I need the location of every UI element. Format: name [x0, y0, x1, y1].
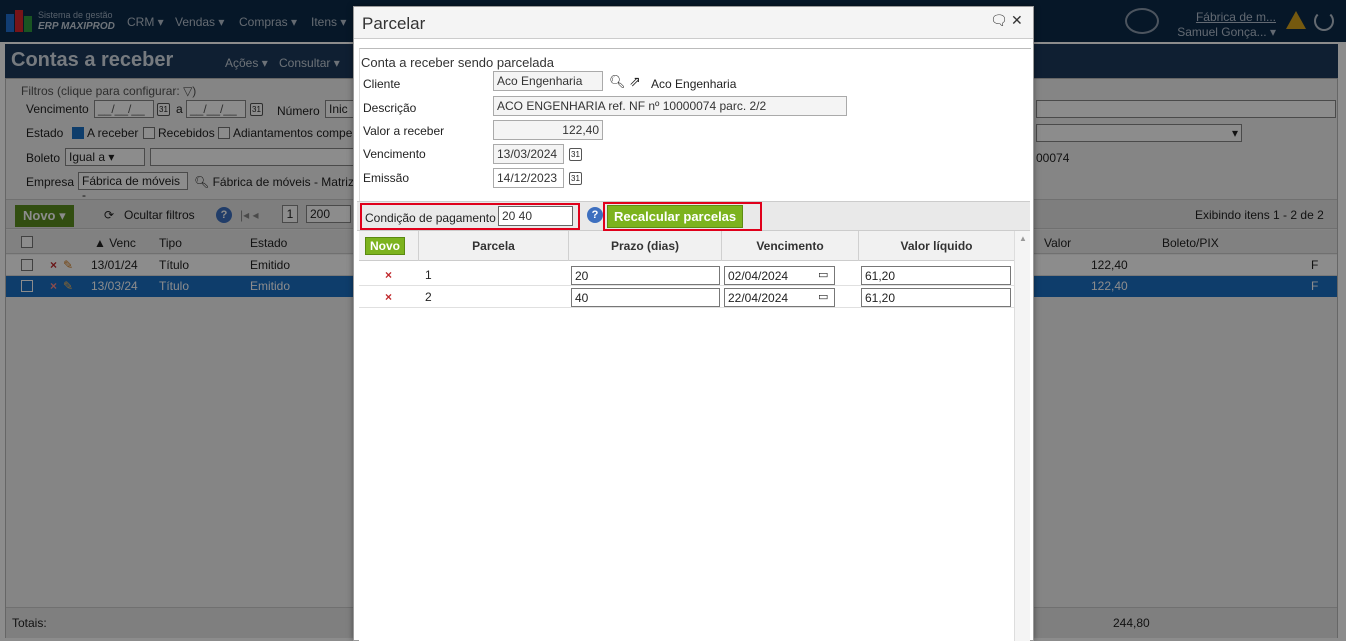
add-parcela-button[interactable]: Novo	[365, 237, 405, 255]
dialog-header: Parcelar 🗨︎ ✕	[354, 7, 1033, 39]
emissao-label: Emissão	[363, 171, 410, 185]
valor-field[interactable]: 122,40	[493, 120, 603, 140]
cliente-label: Cliente	[363, 77, 401, 91]
delete-icon[interactable]: ×	[385, 268, 392, 282]
condicao-label: Condição de pagamento	[365, 211, 496, 225]
close-icon[interactable]: ✕	[1011, 12, 1023, 29]
comment-icon[interactable]: 🗨︎	[990, 12, 1008, 29]
grid-scrollbar[interactable]: ▲	[1014, 231, 1030, 641]
condicao-input[interactable]: 20 40	[498, 206, 573, 226]
parcelar-dialog: Parcelar 🗨︎ ✕ Conta a receber sendo parc…	[353, 6, 1034, 641]
descricao-field[interactable]: ACO ENGENHARIA ref. NF nº 10000074 parc.…	[493, 96, 847, 116]
search-icon[interactable]: 🔍︎	[609, 74, 626, 90]
vencimento-label: Vencimento	[363, 147, 426, 161]
col-prazo[interactable]: Prazo (dias)	[569, 231, 722, 261]
parcelas-grid: Novo Parcela Prazo (dias) Vencimento Val…	[359, 231, 1014, 641]
account-fieldset: Conta a receber sendo parcelada	[359, 48, 1031, 203]
valor-label: Valor a receber	[363, 124, 445, 138]
row-parcela: 2	[425, 290, 432, 304]
calendar-icon[interactable]: 31	[569, 172, 582, 185]
cliente-link[interactable]: Aco Engenharia	[651, 77, 736, 91]
table-row[interactable]: × 2 40 22/04/2024 ▭ 61,20	[359, 286, 1014, 308]
col-valor-liquido[interactable]: Valor líquido	[859, 231, 1014, 261]
table-row[interactable]: × 1 20 02/04/2024 ▭ 61,20	[359, 264, 1014, 286]
valor-input[interactable]: 61,20	[861, 288, 1011, 307]
fieldset-legend: Conta a receber sendo parcelada	[361, 55, 554, 70]
date-picker-icon[interactable]: ▭	[818, 290, 828, 303]
help-icon[interactable]: ?	[587, 207, 603, 223]
col-vencimento[interactable]: Vencimento	[722, 231, 859, 261]
row-parcela: 1	[425, 268, 432, 282]
cliente-field[interactable]: Aco Engenharia	[493, 71, 603, 91]
prazo-input[interactable]: 40	[571, 288, 720, 307]
descricao-label: Descrição	[363, 101, 417, 115]
delete-icon[interactable]: ×	[385, 290, 392, 304]
emissao-field[interactable]: 14/12/2023	[493, 168, 564, 188]
parcelas-header: Novo Parcela Prazo (dias) Vencimento Val…	[359, 231, 1014, 261]
prazo-input[interactable]: 20	[571, 266, 720, 285]
valor-input[interactable]: 61,20	[861, 266, 1011, 285]
recalc-button[interactable]: Recalcular parcelas	[607, 205, 744, 228]
vencimento-field[interactable]: 13/03/2024	[493, 144, 564, 164]
external-link-icon[interactable]: ⇗	[629, 73, 641, 90]
dialog-title: Parcelar	[362, 14, 426, 33]
date-picker-icon[interactable]: ▭	[818, 268, 828, 281]
col-parcela[interactable]: Parcela	[419, 231, 569, 261]
calendar-icon[interactable]: 31	[569, 148, 582, 161]
